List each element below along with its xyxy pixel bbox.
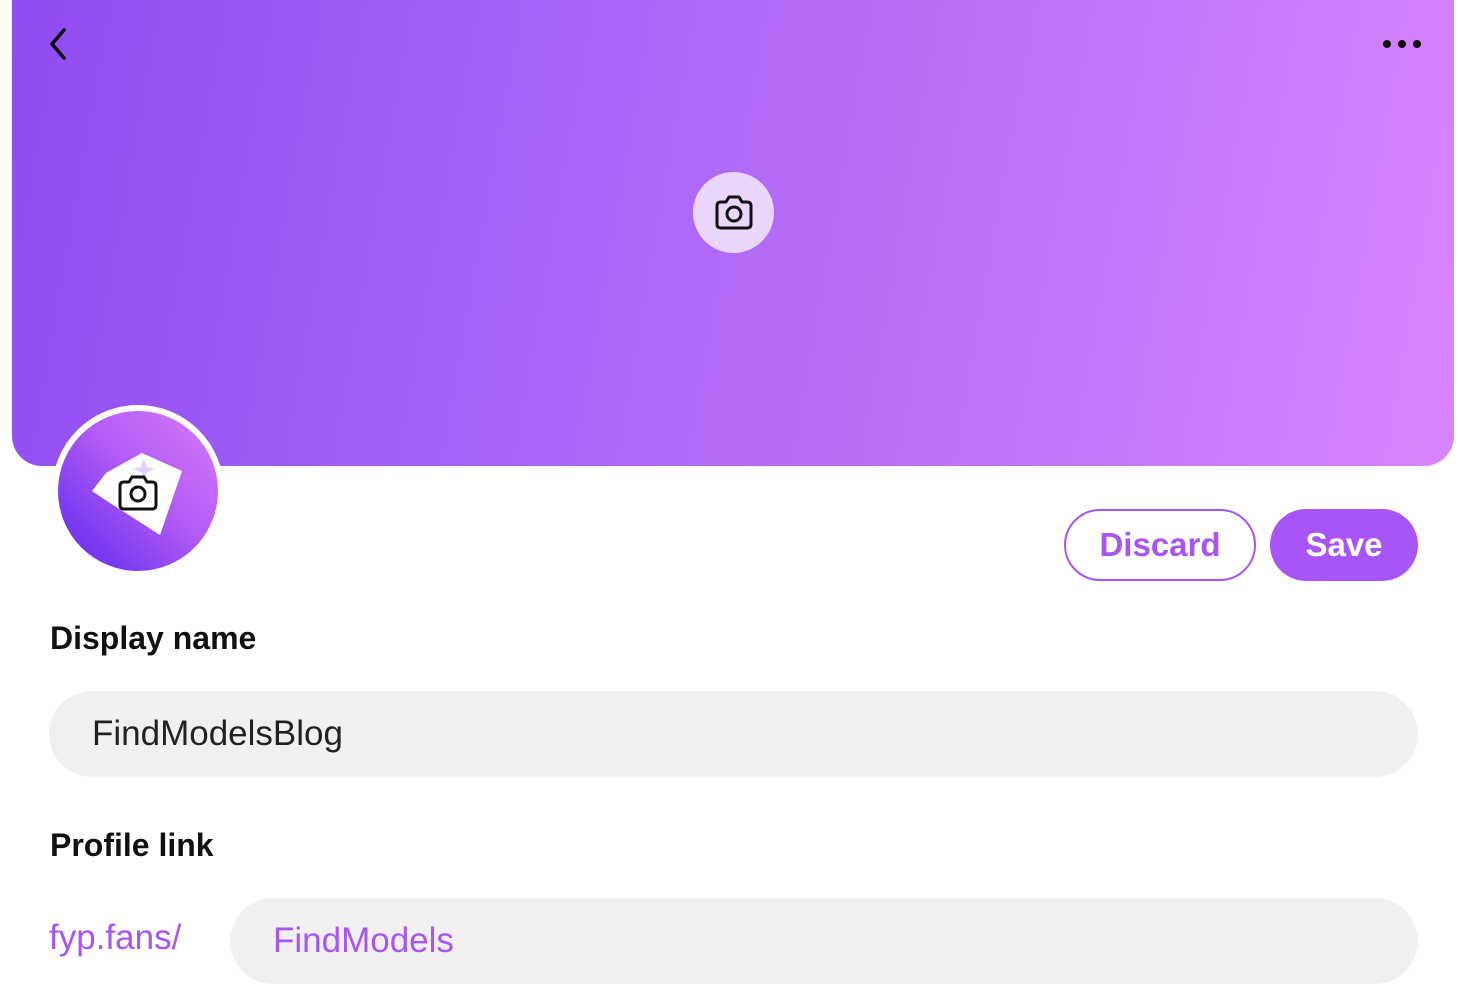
profile-link-label: Profile link [50,827,214,863]
avatar[interactable] [58,411,218,571]
more-options-button[interactable] [1376,24,1428,64]
profile-link-prefix: fyp.fans/ [49,918,182,957]
display-name-value: FindModelsBlog [92,714,343,753]
profile-link-value: FindModels [273,921,454,960]
camera-icon [118,475,158,511]
change-cover-button[interactable] [693,172,774,253]
chevron-left-icon [50,28,66,60]
display-name-label: Display name [50,620,257,656]
back-button[interactable] [38,22,78,66]
save-button[interactable]: Save [1270,509,1418,581]
profile-link-input[interactable]: FindModels [230,898,1418,984]
more-horizontal-icon [1383,40,1421,48]
edit-profile-page: Discard Save Display name FindModelsBlog… [0,0,1460,1004]
display-name-input[interactable]: FindModelsBlog [49,691,1418,777]
discard-button[interactable]: Discard [1064,509,1256,581]
camera-icon [715,195,752,229]
